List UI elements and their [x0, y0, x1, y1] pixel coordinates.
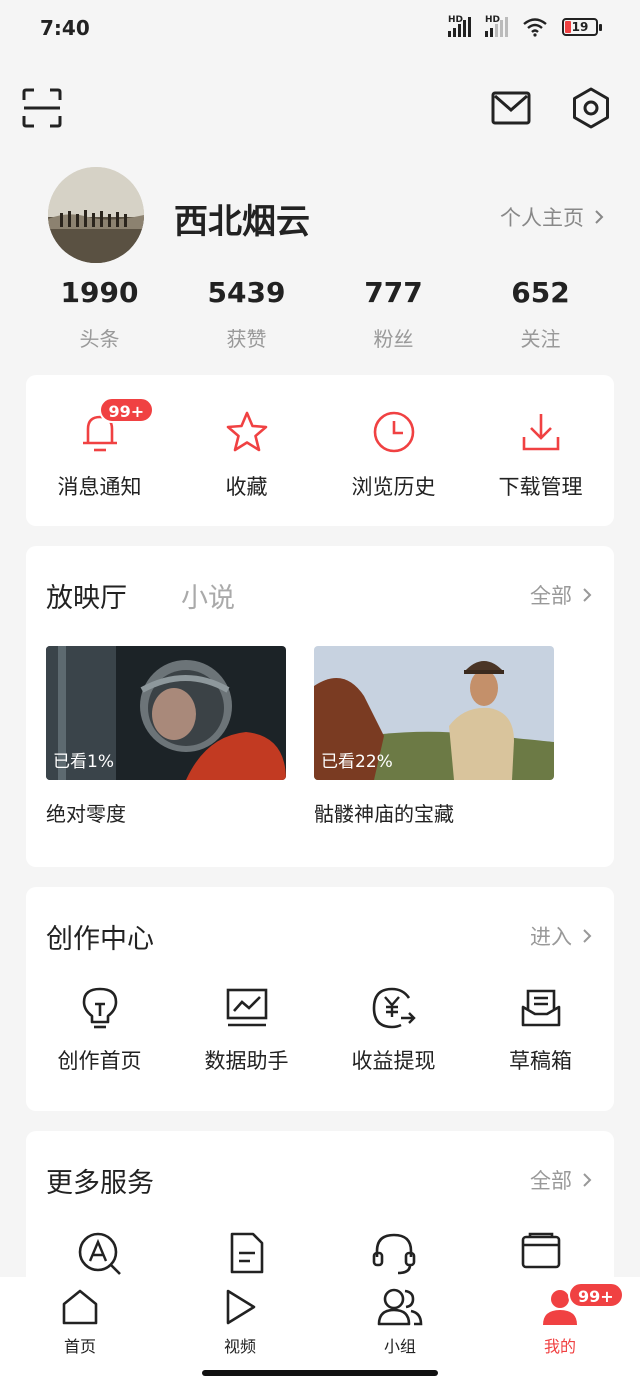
tab-novels[interactable]: 小说: [181, 576, 235, 615]
stat-likes[interactable]: 5439 获赞: [173, 275, 320, 352]
signal-icon-2: HD: [485, 15, 508, 37]
creator-item-label: 数据助手: [204, 1049, 289, 1073]
clock-icon: [373, 411, 414, 453]
scan-icon[interactable]: [22, 88, 62, 128]
signal-icon: HD: [448, 15, 471, 37]
stats-row: 1990 头条 5439 获赞 777 粉丝 652 关注: [26, 275, 614, 352]
star-icon: [226, 411, 267, 452]
video-thumbnail: 已看1%: [46, 646, 286, 780]
homepage-label: 个人主页: [500, 206, 584, 230]
chevron-right-icon: [595, 210, 604, 224]
wifi-icon: [523, 18, 547, 37]
nav-me[interactable]: 99+ 我的: [480, 1277, 640, 1387]
nav-label: 我的: [543, 1337, 576, 1356]
play-icon: [226, 1289, 256, 1325]
status-icons: HD HD 19: [448, 15, 602, 37]
creator-home-button[interactable]: 创作首页: [26, 985, 173, 1075]
wallet-icon: [521, 1232, 560, 1269]
battery-level: 19: [571, 20, 589, 34]
avatar[interactable]: [48, 167, 144, 263]
drafts-button[interactable]: 草稿箱: [467, 985, 614, 1075]
homepage-link[interactable]: 个人主页: [500, 202, 604, 232]
stat-following[interactable]: 652 关注: [467, 275, 614, 352]
watch-progress: 已看22%: [321, 752, 393, 772]
battery-icon: 19: [562, 18, 602, 36]
quick-actions-card: 99+ 消息通知 收藏 浏览历史 下载管理: [26, 375, 614, 526]
service-item[interactable]: [26, 1231, 173, 1277]
network-label: HD: [448, 15, 464, 25]
earnings-withdraw-button[interactable]: 收益提现: [320, 985, 467, 1075]
services-title: 更多服务: [46, 1168, 154, 1199]
stat-label: 获赞: [226, 327, 267, 351]
document-icon: [230, 1232, 263, 1274]
notification-badge: 99+: [98, 397, 155, 423]
settings-icon[interactable]: [570, 87, 612, 129]
stat-label: 粉丝: [373, 327, 414, 351]
stat-value: 5439: [207, 276, 286, 309]
notifications-button[interactable]: 99+ 消息通知: [26, 397, 173, 501]
home-indicator: [202, 1370, 438, 1376]
service-item[interactable]: [320, 1231, 467, 1277]
more-label: 全部: [530, 1169, 572, 1193]
nav-label: 视频: [223, 1337, 256, 1356]
more-label: 进入: [530, 925, 572, 949]
chart-icon: [226, 988, 267, 1027]
stat-followers[interactable]: 777 粉丝: [320, 275, 467, 352]
stat-value: 777: [364, 276, 423, 309]
screening-card: 放映厅 小说 全部 已看1% 绝对零度 已看22% 骷髅神庙的宝藏: [26, 546, 614, 867]
action-label: 浏览历史: [351, 475, 436, 499]
more-label: 全部: [530, 584, 572, 608]
screening-more-link[interactable]: 全部: [530, 580, 592, 610]
creator-title: 创作中心: [46, 924, 154, 955]
yuan-withdraw-icon: [372, 987, 416, 1029]
stat-value: 1990: [60, 276, 139, 309]
chevron-right-icon: [583, 588, 592, 602]
mail-icon[interactable]: [491, 91, 531, 125]
creator-enter-link[interactable]: 进入: [530, 921, 592, 951]
creator-item-label: 创作首页: [57, 1049, 142, 1073]
username: 西北烟云: [174, 202, 310, 242]
group-icon: [377, 1288, 423, 1326]
watch-progress: 已看1%: [53, 752, 114, 772]
creator-item-label: 收益提现: [351, 1049, 436, 1073]
stat-label: 关注: [520, 327, 561, 351]
search-answer-icon: [78, 1232, 121, 1275]
video-title: 骷髅神庙的宝藏: [314, 802, 454, 826]
data-assistant-button[interactable]: 数据助手: [173, 985, 320, 1075]
action-label: 下载管理: [498, 475, 583, 499]
video-thumbnail: 已看22%: [314, 646, 554, 780]
more-services-card: 更多服务 全部: [26, 1131, 614, 1291]
chevron-right-icon: [583, 929, 592, 943]
creator-item-label: 草稿箱: [509, 1049, 572, 1073]
me-badge: 99+: [568, 1282, 624, 1308]
status-time: 7:40: [40, 16, 90, 40]
home-icon: [62, 1289, 98, 1325]
services-more-link[interactable]: 全部: [530, 1165, 592, 1195]
drafts-icon: [521, 989, 560, 1027]
nav-label: 小组: [383, 1337, 416, 1356]
download-icon: [522, 414, 559, 451]
headset-icon: [372, 1233, 415, 1275]
downloads-button[interactable]: 下载管理: [467, 407, 614, 501]
stat-value: 652: [511, 276, 570, 309]
action-label: 收藏: [225, 475, 268, 499]
nav-home[interactable]: 首页: [0, 1277, 160, 1387]
service-item[interactable]: [173, 1231, 320, 1277]
video-title: 绝对零度: [46, 802, 126, 826]
nav-label: 首页: [63, 1337, 96, 1356]
stat-headlines[interactable]: 1990 头条: [26, 275, 173, 352]
video-card[interactable]: 已看1% 绝对零度: [46, 646, 286, 827]
lightbulb-icon: [82, 987, 117, 1029]
status-bar: 7:40 HD HD 19: [0, 0, 640, 58]
favorites-button[interactable]: 收藏: [173, 407, 320, 501]
tab-screening[interactable]: 放映厅: [46, 576, 127, 615]
creator-center-card: 创作中心 进入 创作首页 数据助手 收益提现 草稿箱: [26, 887, 614, 1111]
chevron-right-icon: [583, 1173, 592, 1187]
stat-label: 头条: [79, 327, 120, 351]
network-label-2: HD: [485, 15, 501, 25]
video-card[interactable]: 已看22% 骷髅神庙的宝藏: [314, 646, 554, 827]
history-button[interactable]: 浏览历史: [320, 407, 467, 501]
action-label: 消息通知: [57, 475, 142, 499]
service-item[interactable]: [467, 1231, 614, 1277]
